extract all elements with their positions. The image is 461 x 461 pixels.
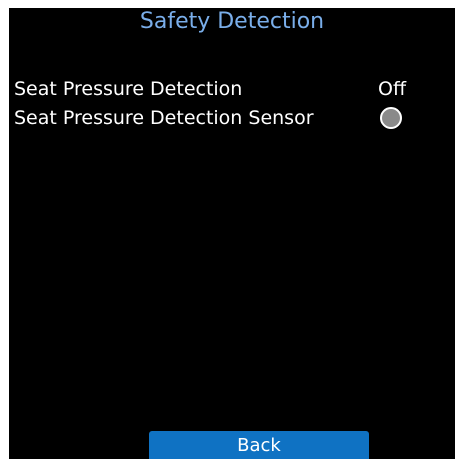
- seat-pressure-detection-value[interactable]: Off: [378, 76, 406, 102]
- seat-pressure-detection-sensor-label: Seat Pressure Detection Sensor: [14, 107, 314, 129]
- sensor-status-indicator-icon: [380, 107, 402, 129]
- seat-pressure-detection-label: Seat Pressure Detection: [14, 78, 243, 100]
- back-button[interactable]: Back: [149, 431, 369, 459]
- seat-pressure-detection-row[interactable]: Seat Pressure Detection Off: [14, 76, 444, 102]
- page-title: Safety Detection: [139, 9, 325, 34]
- seat-pressure-detection-sensor-row: Seat Pressure Detection Sensor: [14, 105, 444, 131]
- safety-detection-screen: Safety Detection Seat Pressure Detection…: [9, 8, 455, 459]
